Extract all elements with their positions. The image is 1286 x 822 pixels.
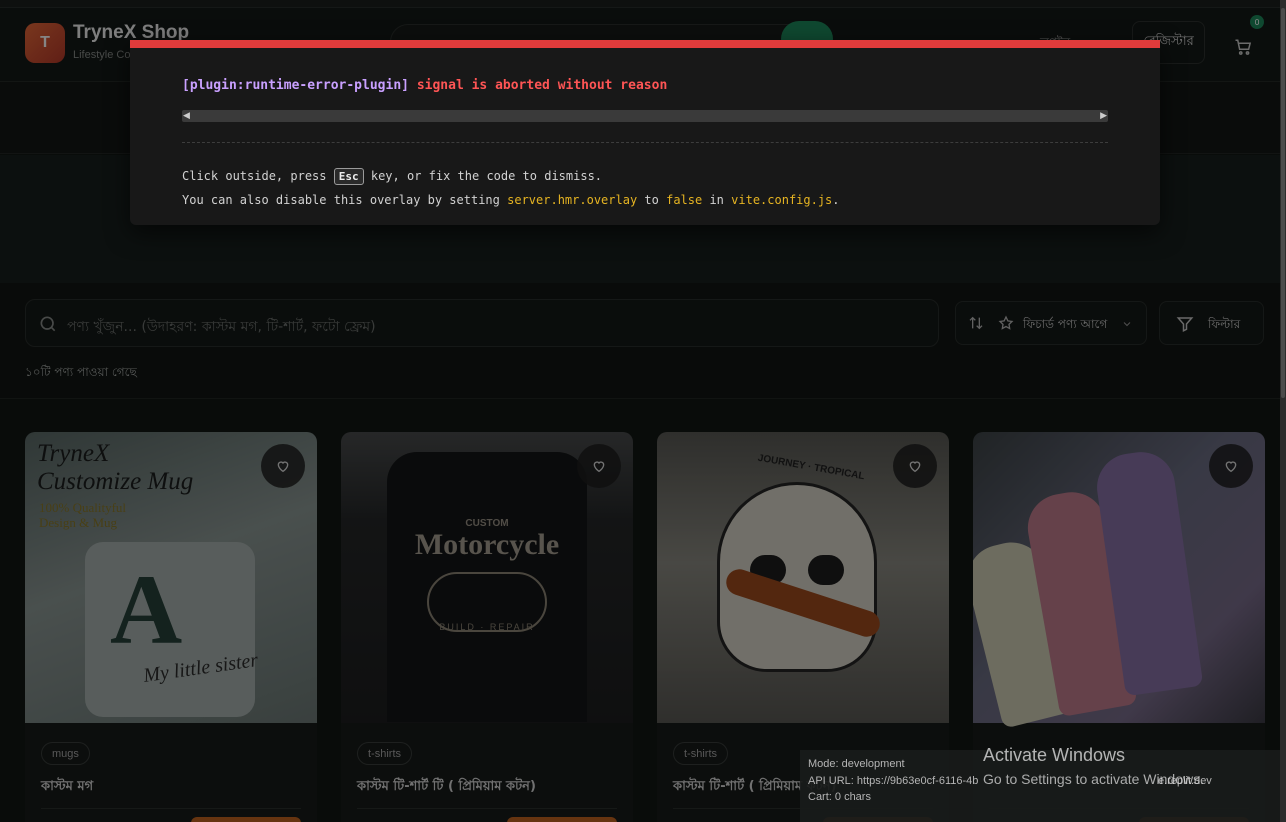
error-message: signal is aborted without reason (416, 78, 668, 93)
windows-activation-title: Activate Windows (983, 745, 1126, 765)
divider (182, 142, 1108, 143)
error-heading: [plugin:runtime-error-plugin] signal is … (182, 78, 667, 93)
scroll-left-icon[interactable]: ◀ (183, 111, 190, 121)
dev-mode: Mode: development (808, 758, 905, 770)
dev-api-url: API URL: https://9b63e0cf-6116-4b e.repli… (808, 775, 1212, 787)
dev-cart: Cart: 0 chars (808, 791, 871, 803)
error-plugin-name: [plugin:runtime-error-plugin] (182, 78, 409, 93)
error-overlay: [plugin:runtime-error-plugin] signal is … (130, 40, 1160, 225)
config-value: false (666, 193, 703, 207)
config-key: server.hmr.overlay (507, 193, 638, 207)
scrollbar-thumb[interactable] (1281, 8, 1285, 398)
windows-activation-subtitle: Go to Settings to activate Windows. (983, 771, 1204, 787)
error-horizontal-scrollbar[interactable]: ◀ ▶ (182, 110, 1108, 122)
esc-key: Esc (333, 168, 364, 185)
scroll-right-icon[interactable]: ▶ (1100, 111, 1107, 121)
config-file: vite.config.js (731, 193, 833, 207)
disable-overlay-tip: You can also disable this overlay by set… (182, 193, 840, 207)
dismiss-tip: Click outside, press Esc key, or fix the… (182, 168, 603, 185)
